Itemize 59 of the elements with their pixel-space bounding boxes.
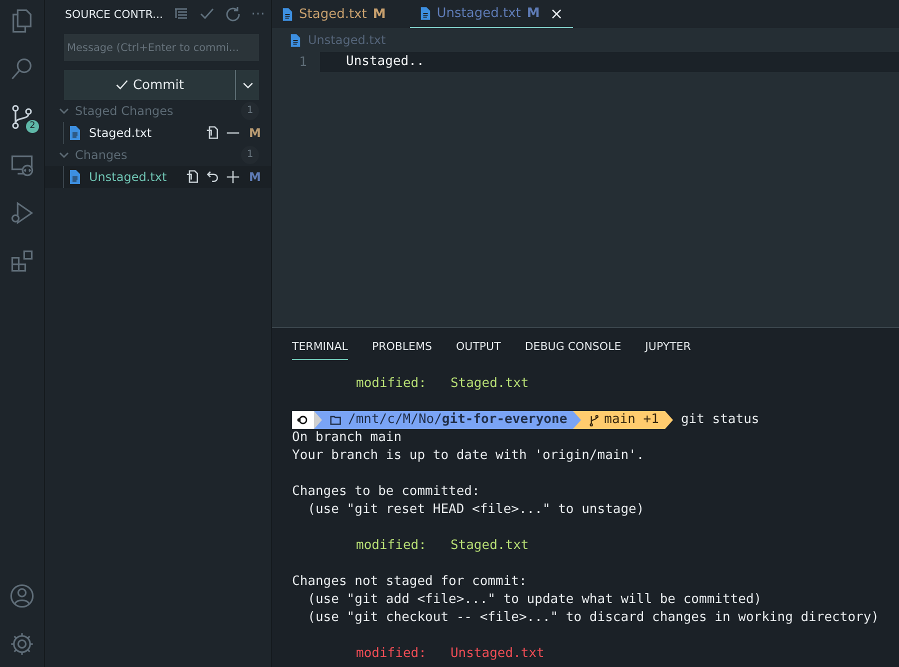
terminal-line: Changes to be committed: <box>292 483 480 501</box>
terminal-line: (use "git add <file>..." to update what will be committed) <box>306 591 762 609</box>
segment-arrow-icon <box>664 411 673 429</box>
open-file-icon[interactable] <box>186 170 200 184</box>
undo-arrow-icon[interactable] <box>206 170 220 184</box>
segment-arrow-icon <box>314 411 322 429</box>
open-file-icon[interactable] <box>206 126 220 140</box>
panel-tab[interactable]: PROBLEMS <box>372 336 432 360</box>
folder-icon <box>330 414 342 426</box>
count-badge: 1 <box>241 102 259 120</box>
extensions-icon <box>9 248 35 274</box>
status-label: modified: <box>356 537 426 555</box>
refresh-icon[interactable] <box>224 6 241 22</box>
status-letter: M <box>249 170 259 184</box>
check-icon <box>114 78 129 92</box>
chevron-down-icon <box>59 106 69 116</box>
branch-icon <box>589 414 600 426</box>
file-name: Unstaged.txt <box>450 645 544 663</box>
run-debug-icon <box>9 200 35 226</box>
panel-tab[interactable]: OUTPUT <box>456 336 501 360</box>
file-name: Staged.txt <box>450 537 529 555</box>
panel-tab[interactable]: DEBUG CONSOLE <box>524 336 622 360</box>
plus-icon[interactable] <box>226 170 240 184</box>
check-icon[interactable] <box>198 6 215 22</box>
file-icon <box>282 8 293 20</box>
editor-tab[interactable]: Staged.txt M <box>272 0 396 28</box>
source-control-icon <box>9 104 35 130</box>
file-icon <box>420 7 431 20</box>
source-control-button[interactable]: 2 <box>7 100 37 134</box>
tree-view-icon[interactable] <box>172 6 189 22</box>
message-field[interactable]: Message (Ctrl+Enter to commi... <box>64 34 259 61</box>
status-label: modified: <box>356 375 426 393</box>
file-item[interactable]: Unstaged.txt M <box>45 166 271 188</box>
close-button[interactable]: × <box>550 4 564 23</box>
panel-tab[interactable]: JUPYTER <box>645 336 691 360</box>
file-icon <box>69 126 81 140</box>
terminal-line: Changes not staged for commit: <box>292 573 527 591</box>
file-icon <box>290 34 301 46</box>
count-badge: 1 <box>241 146 259 164</box>
chevron-down-icon <box>59 150 69 160</box>
terminal-line: Your branch is up to date with 'origin/main'. <box>292 447 644 465</box>
count-badge: 2 <box>26 120 39 133</box>
terminal-line: On branch main <box>292 429 402 447</box>
file-name: Staged.txt <box>450 375 529 393</box>
file-icon <box>69 170 81 184</box>
file-item[interactable]: Staged.txt M <box>45 122 271 144</box>
panel-tab[interactable]: TERMINAL <box>292 336 348 360</box>
os-icon <box>292 411 314 429</box>
panel-title: SOURCE CONTR... <box>65 8 163 20</box>
terminal-command: git status <box>680 411 760 429</box>
terminal-line: (use "git reset HEAD <file>..." to unstage) <box>306 501 644 519</box>
status-letter: M <box>372 6 386 22</box>
status-letter: M <box>249 126 259 140</box>
account-icon <box>9 583 35 609</box>
status-label: modified: <box>356 645 426 663</box>
status-letter: M <box>526 6 540 21</box>
settings-icon <box>9 631 35 657</box>
terminal-line: (use "git checkout -- <file>..." to discard changes in working directory) <box>306 609 879 627</box>
line-number: 1 <box>298 54 308 70</box>
